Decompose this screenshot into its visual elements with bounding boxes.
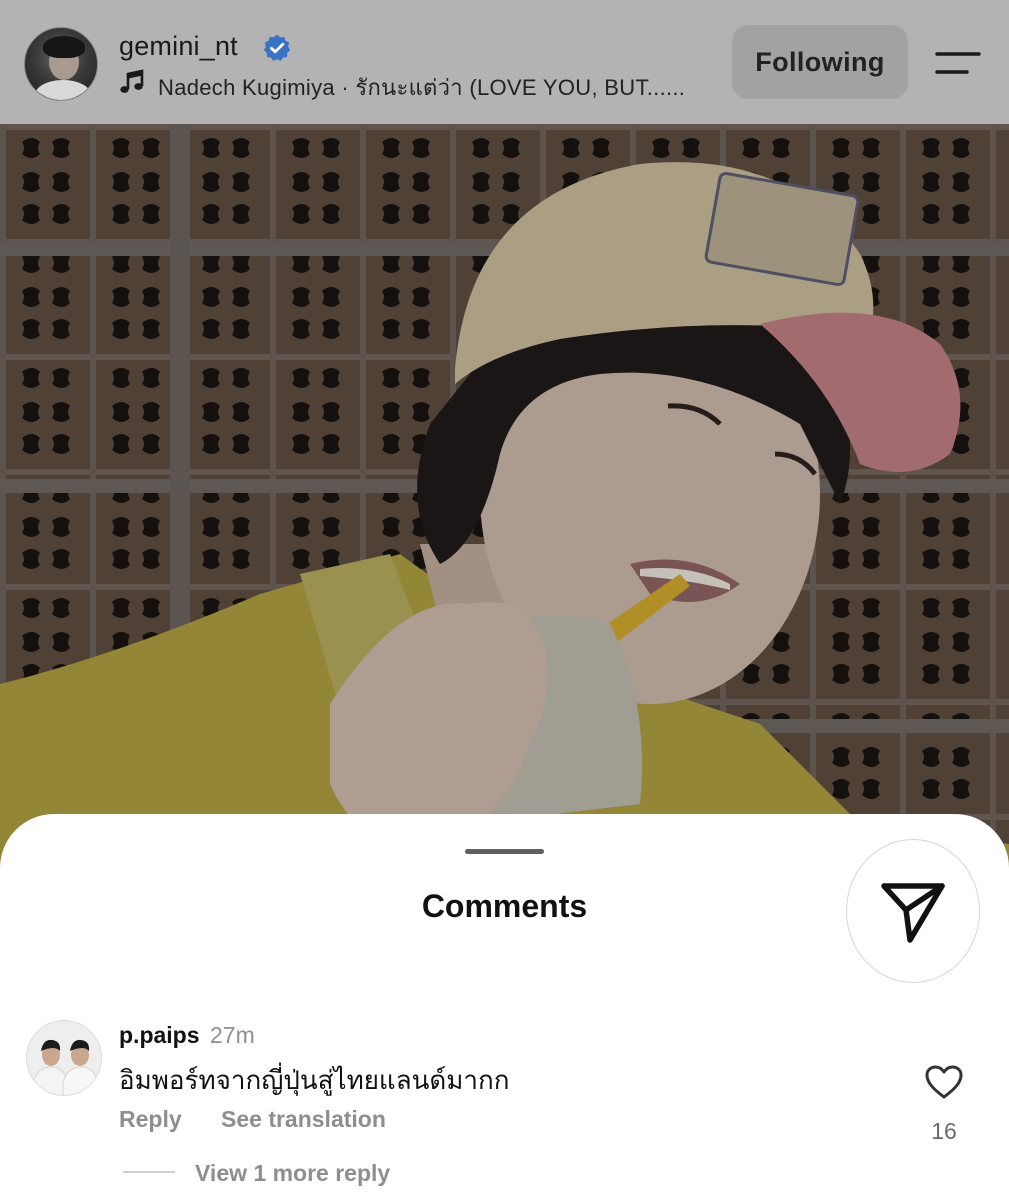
comment-username[interactable]: p.paips	[119, 1022, 200, 1049]
post-header: gemini_nt Nadech Kugimiya · รักนะแต่ว่า …	[0, 0, 1009, 124]
view-more-replies-button[interactable]: View 1 more reply	[195, 1160, 390, 1187]
commenter-photo	[27, 1021, 101, 1095]
send-icon	[881, 883, 945, 943]
share-button[interactable]	[846, 839, 980, 983]
sheet-grabber[interactable]	[465, 849, 544, 854]
heart-icon[interactable]	[924, 1064, 964, 1100]
verified-badge-icon	[263, 34, 291, 61]
comments-sheet: Comments p.paips 27m อิมพอร์ทจากญี่ปุ่นส…	[0, 814, 1009, 1200]
see-translation-button[interactable]: See translation	[221, 1106, 386, 1133]
following-button[interactable]: Following	[732, 25, 908, 99]
song-label[interactable]: Nadech Kugimiya · รักนะแต่ว่า (LOVE YOU,…	[158, 70, 685, 105]
reply-button[interactable]: Reply	[119, 1106, 182, 1133]
username[interactable]: gemini_nt	[119, 31, 238, 62]
menu-icon[interactable]	[934, 48, 982, 78]
music-note-icon	[120, 69, 144, 93]
like-count: 16	[931, 1118, 957, 1144]
profile-avatar[interactable]	[24, 27, 98, 101]
replies-divider	[123, 1171, 175, 1173]
commenter-avatar[interactable]	[26, 1020, 102, 1096]
comment-timestamp: 27m	[210, 1022, 255, 1048]
comment-text: อิมพอร์ทจากญี่ปุ่นสู่ไทยแลนด์มากก	[119, 1065, 510, 1095]
